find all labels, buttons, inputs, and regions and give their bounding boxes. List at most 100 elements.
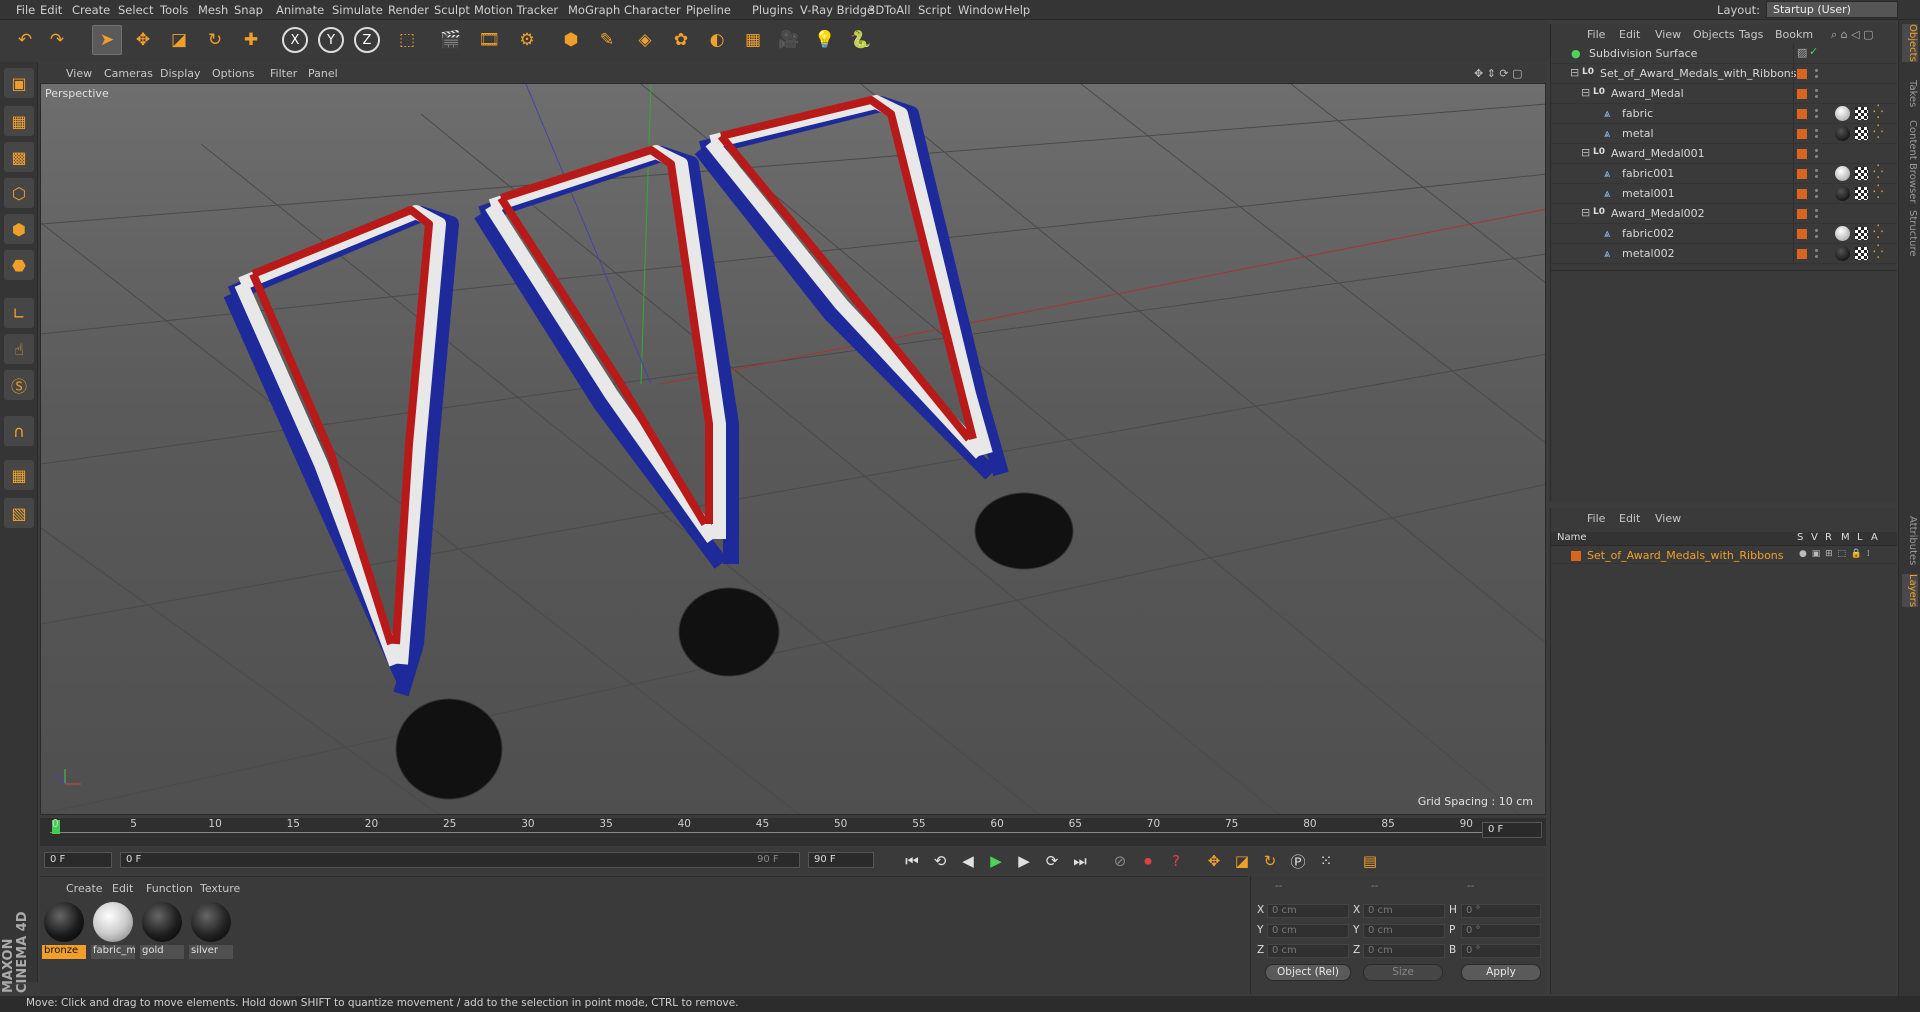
layout-select[interactable]: Startup (User) [1766, 1, 1898, 18]
layer-menu-edit[interactable]: Edit [1619, 512, 1640, 525]
apply-button[interactable]: Apply [1461, 964, 1541, 981]
menu-motion-tracker[interactable]: Motion Tracker [474, 3, 558, 17]
layer-color-icon[interactable] [1797, 249, 1807, 259]
selection-tag-icon[interactable]: ⁛ [1873, 225, 1883, 240]
visibility-dot-icon[interactable] [1815, 115, 1818, 118]
key-rotate-icon[interactable]: ↻ [1258, 850, 1282, 872]
side-tab-layers[interactable]: Layers [1902, 574, 1918, 608]
material-menu-function[interactable]: Function [146, 882, 193, 895]
next-key-icon[interactable]: ⟳ [1040, 850, 1064, 872]
move-icon[interactable]: ✥ [128, 25, 158, 55]
material-gold[interactable]: gold [140, 901, 184, 959]
undo-icon[interactable]: ↶ [10, 25, 40, 55]
viewport-menu-filter[interactable]: Filter [270, 67, 297, 80]
layer-color-icon[interactable] [1797, 69, 1807, 79]
y-axis-icon[interactable]: Y [318, 27, 344, 53]
side-tab-attributes[interactable]: Attributes [1902, 516, 1918, 565]
keyframe-help-icon[interactable]: ? [1164, 850, 1188, 872]
menu-window[interactable]: Window [958, 3, 1003, 17]
visibility-dot-icon[interactable] [1815, 249, 1818, 252]
object-row-metal002[interactable]: ⩓ metal002 ⁛ [1551, 244, 1897, 264]
menu-mograph[interactable]: MoGraph [568, 3, 620, 17]
autokey-icon[interactable]: ⏺ [1136, 850, 1160, 872]
visibility-dot-icon[interactable] [1815, 195, 1818, 198]
edges-mode-icon[interactable]: ⬢ [4, 214, 34, 244]
axis-icon[interactable]: ∟ [4, 298, 34, 328]
layer-menu-file[interactable]: File [1587, 512, 1605, 525]
visibility-dot-icon[interactable] [1815, 109, 1818, 112]
floor-icon[interactable]: ▦ [738, 25, 768, 55]
sculpt-icon[interactable]: ▧ [4, 498, 34, 528]
coord-pos-field[interactable]: 0 cm [1267, 924, 1349, 938]
key-param-icon[interactable]: Ⓟ [1286, 850, 1310, 872]
object-menu-bookm[interactable]: Bookm [1775, 28, 1813, 41]
visibility-dot-icon[interactable] [1815, 175, 1818, 178]
uvw-tag-icon[interactable] [1855, 107, 1868, 120]
visibility-dot-icon[interactable] [1815, 229, 1818, 232]
layer-column-s[interactable]: S [1797, 532, 1803, 543]
visibility-dot-icon[interactable] [1815, 129, 1818, 132]
material-tag-icon[interactable] [1835, 166, 1850, 181]
snap-icon[interactable]: Ⓢ [4, 370, 34, 400]
uvw-tag-icon[interactable] [1855, 127, 1868, 140]
material-bronze[interactable]: bronze [42, 901, 86, 959]
object-row-award-medal001[interactable]: ⊟ L0 Award_Medal001 [1551, 144, 1897, 164]
visibility-dot-icon[interactable] [1815, 135, 1818, 138]
visibility-dot-icon[interactable] [1815, 155, 1818, 158]
object-row-metal[interactable]: ⩓ metal ⁛ [1551, 124, 1897, 144]
timeline[interactable]: 0 F 0 5 10 15 20 25 30 35 40 45 50 55 60 65 70 75 80 85 90 [40, 818, 1546, 846]
selection-tag-icon[interactable]: ⁛ [1873, 165, 1883, 180]
object-row-award-medal[interactable]: ⊟ L0 Award_Medal [1551, 84, 1897, 104]
layer-column-name[interactable]: Name [1557, 532, 1587, 543]
menu-select[interactable]: Select [118, 3, 153, 17]
layer-column-l[interactable]: L [1857, 532, 1863, 543]
visibility-dot-icon[interactable] [1815, 235, 1818, 238]
side-tab-structure[interactable]: Structure [1902, 210, 1918, 257]
menu-script[interactable]: Script [918, 3, 951, 17]
side-tab-content-browser[interactable]: Content Browser [1902, 120, 1918, 203]
material-menu-create[interactable]: Create [66, 882, 103, 895]
polygons-mode-icon[interactable]: ⬣ [4, 250, 34, 280]
object-menu-file[interactable]: File [1587, 28, 1605, 41]
coord-pos-field[interactable]: 0 cm [1267, 944, 1349, 958]
cube-icon[interactable]: ⬢ [556, 25, 586, 55]
goto-start-icon[interactable]: ⏮ [900, 850, 924, 872]
points-mode-icon[interactable]: ⬡ [4, 178, 34, 208]
menu-file[interactable]: File [16, 3, 35, 17]
menu-character[interactable]: Character [624, 3, 681, 17]
menu-plugins[interactable]: Plugins [752, 3, 793, 17]
python-icon[interactable]: 🐍 [846, 25, 876, 55]
uvw-tag-icon[interactable] [1855, 167, 1868, 180]
object-row-metal001[interactable]: ⩓ metal001 ⁛ [1551, 184, 1897, 204]
menu-animate[interactable]: Animate [276, 3, 324, 17]
material-menu-edit[interactable]: Edit [112, 882, 133, 895]
menu-v-ray-bridge[interactable]: V-Ray Bridge [800, 3, 874, 17]
visibility-dot-icon[interactable] [1815, 89, 1818, 92]
viewport-nav-icon[interactable]: ✥ ⇕ ⟳ ▢ [1474, 67, 1523, 80]
prev-key-icon[interactable]: ⟲ [928, 850, 952, 872]
layer-color-icon[interactable] [1797, 169, 1807, 179]
visibility-dot-icon[interactable] [1815, 189, 1818, 192]
visibility-dot-icon[interactable] [1815, 149, 1818, 152]
coord-size-field[interactable]: 0 cm [1363, 904, 1445, 918]
layer-column-a[interactable]: A [1871, 532, 1878, 543]
layer-color-icon[interactable] [1571, 551, 1581, 561]
add-icon[interactable]: ✚ [236, 25, 266, 55]
menu-render[interactable]: Render [388, 3, 429, 17]
layer-color-icon[interactable] [1797, 89, 1807, 99]
coord-mode-dropdown[interactable]: Object (Rel) [1265, 964, 1351, 981]
visibility-dot-icon[interactable] [1815, 75, 1818, 78]
menu-3dtoall[interactable]: 3DToAll [868, 3, 911, 17]
key-scale-icon[interactable]: ◪ [1230, 850, 1254, 872]
render-picture-viewer-icon[interactable]: 🎞 [474, 25, 504, 55]
coord-rot-field[interactable]: 0 ° [1461, 944, 1541, 958]
visibility-dot-icon[interactable] [1815, 255, 1818, 258]
layer-color-icon[interactable] [1797, 129, 1807, 139]
viewport-menu-display[interactable]: Display [160, 67, 201, 80]
layer-column-r[interactable]: R [1825, 532, 1832, 543]
object-menu-tags[interactable]: Tags [1739, 28, 1763, 41]
coord-rot-field[interactable]: 0 ° [1461, 924, 1541, 938]
uvw-tag-icon[interactable] [1855, 227, 1868, 240]
coordinate-system-icon[interactable]: ⬚ [392, 25, 422, 55]
magnet-icon[interactable]: ∩ [4, 416, 34, 446]
